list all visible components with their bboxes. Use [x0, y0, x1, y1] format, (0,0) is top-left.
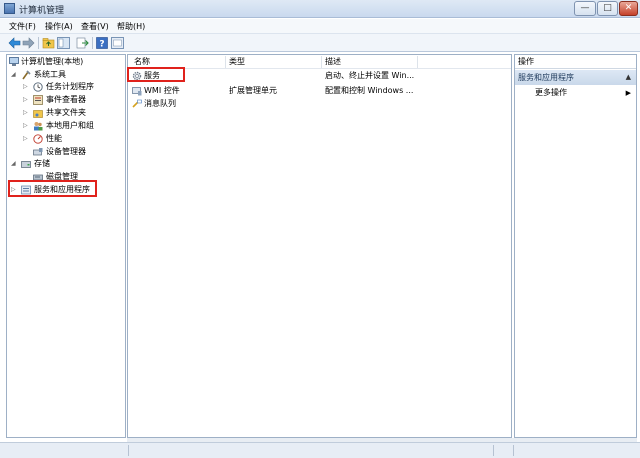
tree-label-system-tools: 系统工具 — [34, 70, 66, 79]
expand-arrow-icon[interactable]: ▷ — [23, 120, 29, 132]
tree-label-performance: 性能 — [46, 134, 62, 143]
more-actions-item[interactable]: 更多操作 — [535, 87, 567, 99]
forward-arrow-icon[interactable] — [22, 37, 35, 49]
list-item-name: 消息队列 — [144, 99, 176, 108]
device-manager-icon — [33, 148, 43, 156]
menu-view[interactable]: 查看(V) — [81, 21, 109, 32]
actions-section-label: 服务和应用程序 — [518, 73, 574, 82]
collapse-arrow-icon[interactable]: ◢ — [11, 158, 17, 170]
export-list-icon[interactable] — [76, 37, 89, 49]
storage-icon — [21, 161, 31, 168]
actions-pane: 操作 服务和应用程序 ▲ 更多操作 ▶ — [514, 54, 637, 438]
tools-icon — [22, 70, 31, 80]
list-item-wmi[interactable]: WMI 控件 扩展管理单元 配置和控制 Windows ... — [132, 85, 508, 97]
minimize-button[interactable]: — — [574, 1, 596, 16]
maximize-button[interactable]: □ — [597, 1, 618, 16]
list-item-message-queuing[interactable]: 消息队列 — [132, 98, 508, 110]
tree-label-shared-folders: 共享文件夹 — [46, 108, 86, 117]
status-bar — [0, 442, 640, 458]
tree-label-device-manager: 设备管理器 — [46, 147, 86, 156]
back-arrow-icon[interactable] — [8, 37, 21, 49]
event-viewer-icon — [33, 95, 43, 105]
expand-arrow-icon[interactable]: ▷ — [23, 94, 29, 106]
expand-arrow-icon[interactable]: ▷ — [23, 133, 29, 145]
message-queue-icon — [132, 99, 142, 108]
properties-icon[interactable] — [111, 37, 124, 49]
expand-arrow-icon[interactable]: ▷ — [23, 81, 29, 93]
menu-action[interactable]: 操作(A) — [45, 21, 73, 32]
list-header — [128, 55, 511, 69]
help-icon[interactable]: ? — [96, 37, 109, 49]
tree-label-task-scheduler: 任务计划程序 — [46, 82, 94, 91]
toolbar-separator — [92, 37, 93, 49]
toolbar-separator — [38, 37, 39, 49]
tree-label-storage: 存储 — [34, 159, 50, 168]
expand-arrow-icon[interactable]: ▷ — [23, 107, 29, 119]
column-divider[interactable] — [417, 56, 418, 68]
computer-icon — [9, 57, 19, 66]
performance-icon — [33, 134, 43, 144]
list-item-type: 扩展管理单元 — [229, 86, 277, 95]
status-divider — [493, 445, 494, 456]
shared-folder-icon — [33, 110, 43, 118]
collapse-triangle-icon[interactable]: ▲ — [626, 70, 631, 85]
status-divider — [513, 445, 514, 456]
column-divider[interactable] — [225, 56, 226, 68]
users-icon — [34, 122, 43, 131]
tree-label-event-viewer: 事件查看器 — [46, 95, 86, 104]
results-list: 名称 类型 描述 服务 启动、终止并设置 Win... WMI 控件 扩展管理单… — [127, 54, 512, 438]
window-title: 计算机管理 — [19, 6, 65, 16]
status-divider — [128, 445, 129, 456]
collapse-arrow-icon[interactable]: ◢ — [11, 69, 17, 81]
menu-help[interactable]: 帮助(H) — [117, 21, 145, 32]
column-header-type[interactable]: 类型 — [229, 56, 245, 68]
highlight-box-services — [127, 67, 185, 82]
highlight-box-services-apps — [8, 180, 97, 197]
list-item-name: WMI 控件 — [144, 86, 180, 95]
show-tree-icon[interactable] — [57, 37, 70, 49]
list-item-description: 配置和控制 Windows ... — [325, 86, 414, 95]
actions-title: 操作 — [515, 55, 636, 69]
console-tree: 计算机管理(本地) ◢ 系统工具 ▷ 任务计划程序 ▷ 事件查看器 ▷ 共享文件… — [6, 54, 126, 438]
column-header-description[interactable]: 描述 — [325, 56, 341, 68]
tree-label-local-users: 本地用户和组 — [46, 121, 94, 130]
submenu-arrow-icon[interactable]: ▶ — [626, 87, 631, 99]
up-folder-icon[interactable] — [42, 37, 55, 49]
close-button[interactable]: ✕ — [619, 1, 638, 16]
menu-file[interactable]: 文件(F) — [9, 21, 36, 32]
clock-icon — [33, 82, 43, 92]
menu-bar: 文件(F) 操作(A) 查看(V) 帮助(H) — [0, 19, 640, 34]
computer-management-icon — [4, 3, 15, 14]
wmi-icon — [132, 87, 142, 96]
tree-label-root: 计算机管理(本地) — [21, 57, 84, 66]
list-item-services[interactable]: 服务 启动、终止并设置 Win... — [132, 70, 508, 82]
svg-text:?: ? — [99, 40, 104, 50]
column-divider[interactable] — [321, 56, 322, 68]
title-bar: 计算机管理 — □ ✕ — [0, 0, 640, 18]
actions-section-header[interactable]: 服务和应用程序 ▲ — [515, 70, 636, 85]
list-item-description: 启动、终止并设置 Win... — [325, 71, 415, 80]
toolbar: ? — [0, 34, 640, 52]
